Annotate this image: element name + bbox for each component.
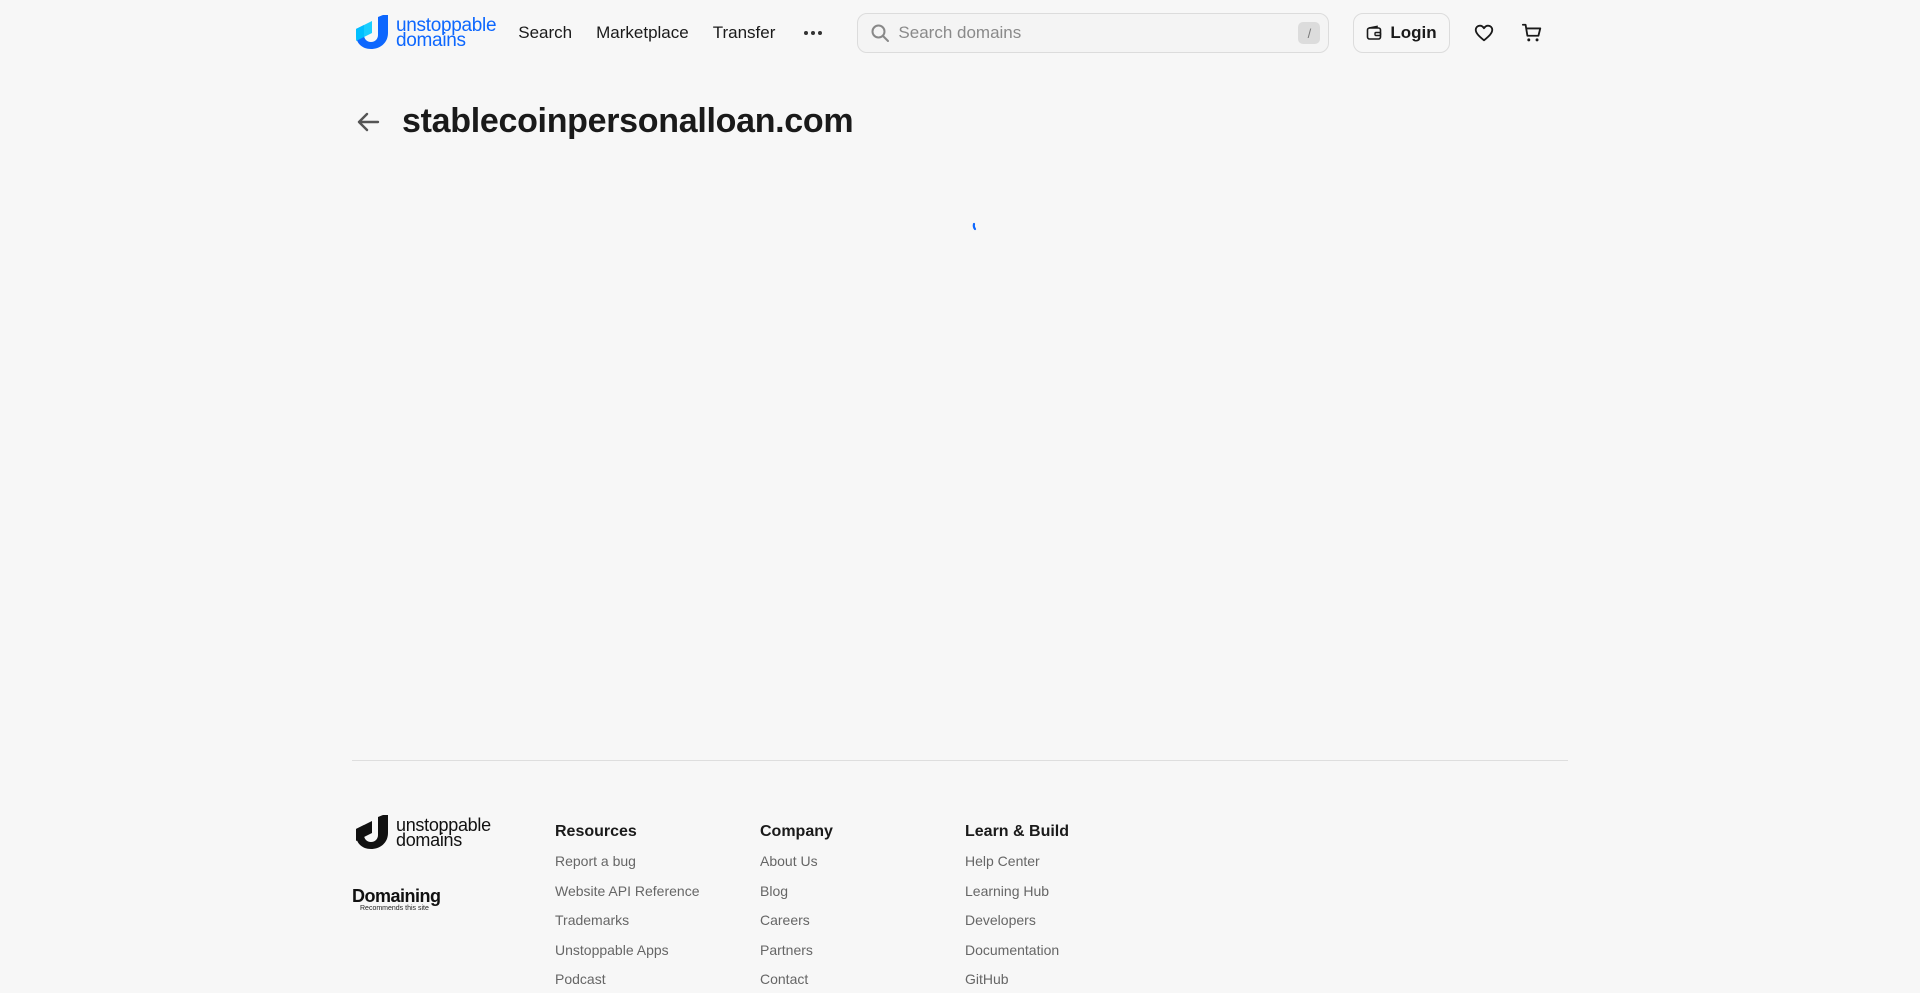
footer-link-learning-hub[interactable]: Learning Hub: [965, 881, 1170, 911]
footer-col-title: Learn & Build: [965, 823, 1070, 840]
footer-link-documentation[interactable]: Documentation: [965, 940, 1170, 970]
domain-header: stablecoinpersonalloan.com: [352, 102, 1568, 141]
favorites-button[interactable]: [1470, 19, 1498, 47]
footer-brand-line-2: domains: [396, 830, 462, 850]
search-icon: [871, 24, 890, 42]
nav-search[interactable]: Search: [518, 23, 572, 43]
footer-col-title: Company: [760, 823, 833, 840]
footer: unstoppable domains Domaining Recommends…: [352, 815, 1568, 993]
main-nav: Search Marketplace Transfer: [518, 23, 775, 43]
footer-link-report-bug[interactable]: Report a bug: [555, 851, 760, 881]
domaining-badge-sub: Recommends this site: [360, 905, 429, 912]
footer-link-api-reference[interactable]: Website API Reference: [555, 881, 760, 911]
nav-marketplace[interactable]: Marketplace: [596, 23, 689, 43]
footer-link-podcast[interactable]: Podcast: [555, 969, 760, 993]
login-label: Login: [1390, 23, 1437, 42]
footer-brand: unstoppable domains Domaining Recommends…: [352, 815, 555, 993]
cart-icon: [1521, 23, 1541, 42]
loading-spinner-icon: [972, 222, 977, 231]
footer-link-careers[interactable]: Careers: [760, 910, 965, 940]
footer-link-about[interactable]: About Us: [760, 851, 965, 881]
brand-wordmark: unstoppable domains: [396, 16, 497, 51]
footer-col-company: Company About Us Blog Careers Partners C…: [760, 815, 965, 993]
heart-icon: [1474, 24, 1493, 42]
footer-link-apps[interactable]: Unstoppable Apps: [555, 940, 760, 970]
unstoppable-logo-icon: [356, 815, 388, 849]
unstoppable-logo-icon: [356, 15, 388, 49]
top-navigation: unstoppable domains Search Marketplace T…: [352, 0, 1568, 66]
search-bar[interactable]: /: [857, 13, 1330, 53]
brand-logo[interactable]: unstoppable domains: [352, 15, 497, 51]
back-button[interactable]: [352, 106, 384, 138]
more-menu-icon[interactable]: [801, 21, 825, 45]
cart-button[interactable]: [1518, 19, 1546, 47]
footer-link-github[interactable]: GitHub: [965, 969, 1170, 993]
wallet-icon: [1367, 25, 1382, 40]
search-shortcut-key: /: [1298, 22, 1321, 44]
footer-logo[interactable]: unstoppable domains: [352, 815, 555, 851]
footer-wordmark: unstoppable domains: [396, 816, 491, 850]
brand-line-2: domains: [396, 30, 466, 51]
nav-transfer[interactable]: Transfer: [713, 23, 776, 43]
footer-link-partners[interactable]: Partners: [760, 940, 965, 970]
domaining-badge-word: Domaining: [352, 886, 441, 906]
footer-link-developers[interactable]: Developers: [965, 910, 1170, 940]
footer-link-contact[interactable]: Contact: [760, 969, 965, 993]
footer-link-trademarks[interactable]: Trademarks: [555, 910, 760, 940]
footer-divider: [352, 760, 1568, 761]
page-title: stablecoinpersonalloan.com: [402, 102, 854, 140]
search-input[interactable]: [898, 23, 1299, 43]
footer-col-learn-build: Learn & Build Help Center Learning Hub D…: [965, 815, 1170, 993]
domaining-badge[interactable]: Domaining Recommends this site: [352, 887, 452, 912]
footer-link-blog[interactable]: Blog: [760, 881, 965, 911]
footer-link-help-center[interactable]: Help Center: [965, 851, 1170, 881]
footer-col-title: Resources: [555, 823, 637, 840]
arrow-left-icon: [357, 112, 380, 131]
footer-col-resources: Resources Report a bug Website API Refer…: [555, 815, 760, 993]
login-button[interactable]: Login: [1353, 13, 1450, 53]
